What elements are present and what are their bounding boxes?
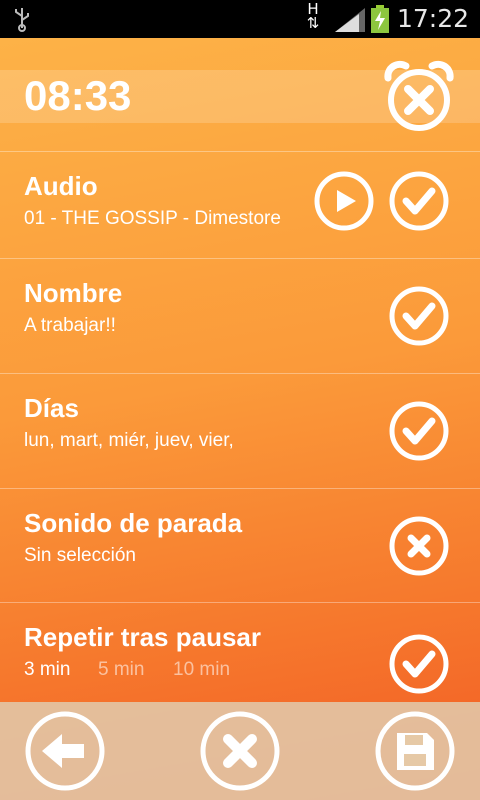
- snooze-option-3[interactable]: 3 min: [24, 659, 70, 681]
- setting-title: Días: [24, 393, 79, 423]
- setting-title: Sonido de parada: [24, 508, 243, 538]
- snooze-option-10[interactable]: 10 min: [173, 659, 230, 681]
- save-floppy-icon[interactable]: [374, 710, 456, 792]
- alarm-time[interactable]: 08:33: [24, 72, 131, 120]
- check-icon[interactable]: [388, 285, 450, 347]
- setting-row-audio[interactable]: Audio 01 - THE GOSSIP - Dimestore: [0, 151, 480, 266]
- play-icon[interactable]: [313, 170, 375, 232]
- setting-value: 01 - THE GOSSIP - Dimestore: [24, 208, 281, 229]
- setting-row-sonido-parada[interactable]: Sonido de parada Sin selección: [0, 488, 480, 603]
- setting-row-repetir[interactable]: Repetir tras pausar 3 min 5 min 10 min: [0, 602, 480, 717]
- back-arrow-icon[interactable]: [24, 710, 106, 792]
- setting-title: Repetir tras pausar: [24, 622, 261, 652]
- setting-title: Audio: [24, 171, 98, 201]
- check-icon[interactable]: [388, 633, 450, 695]
- usb-icon: [15, 8, 29, 32]
- network-type: H: [307, 0, 319, 18]
- alarm-clock-cancel-icon[interactable]: [380, 58, 458, 136]
- signal-icon: [335, 8, 365, 32]
- snooze-option-5[interactable]: 5 min: [98, 659, 144, 681]
- setting-value: A trabajar!!: [24, 315, 116, 336]
- status-bar: H ⇅ 17:22: [0, 0, 480, 38]
- setting-value: lun, mart, miér, juev, vier,: [24, 430, 234, 451]
- check-icon[interactable]: [388, 400, 450, 462]
- battery-charging-icon: [371, 5, 389, 33]
- alarm-editor: 08:33 Audio 01 - THE GOSSIP - Dimestore …: [0, 38, 480, 800]
- setting-value: Sin selección: [24, 545, 136, 566]
- setting-row-dias[interactable]: Días lun, mart, miér, juev, vier,: [0, 373, 480, 488]
- bottom-action-bar: [0, 702, 480, 800]
- cancel-x-icon[interactable]: [199, 710, 281, 792]
- network-h-icon: H ⇅: [306, 0, 320, 32]
- check-icon[interactable]: [388, 170, 450, 232]
- setting-row-nombre[interactable]: Nombre A trabajar!!: [0, 258, 480, 373]
- setting-title: Nombre: [24, 278, 123, 308]
- status-clock: 17:22: [397, 4, 470, 33]
- x-icon[interactable]: [388, 515, 450, 577]
